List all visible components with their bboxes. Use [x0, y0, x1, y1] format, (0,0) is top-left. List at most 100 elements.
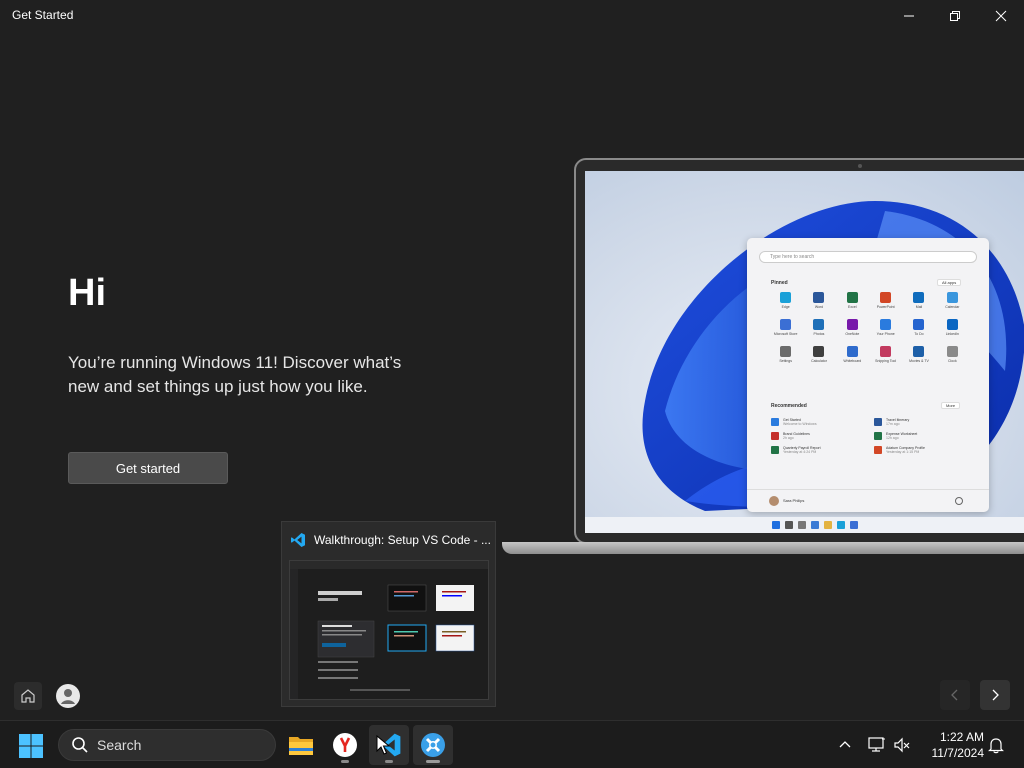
window-title: Get Started: [12, 8, 74, 22]
preview-title: Walkthrough: Setup VS Code - ...: [314, 533, 491, 547]
recommended-subtitle: 17m ago: [886, 422, 900, 426]
mockup-store-icon: [850, 521, 858, 529]
taskbar-search-box[interactable]: Search: [58, 729, 276, 761]
recommended-text: Travel Itinerary 17m ago: [886, 418, 909, 426]
get-started-taskbar-button[interactable]: [413, 725, 453, 765]
pinned-app-icon: [946, 292, 958, 303]
minimize-button[interactable]: [886, 0, 932, 32]
mockup-taskbar: [585, 517, 1024, 533]
bell-icon: [988, 738, 1004, 754]
chevron-up-icon: [839, 741, 851, 748]
pinned-app: LinkedIn: [936, 319, 969, 336]
taskbar-preview-popup[interactable]: Walkthrough: Setup VS Code - ...: [281, 521, 496, 707]
active-indicator: [426, 760, 440, 763]
pinned-app-icon: [880, 292, 892, 303]
chevron-left-icon: [951, 689, 958, 701]
mockup-search-icon: [785, 521, 793, 529]
search-label: Search: [97, 737, 142, 753]
show-hidden-icons-button[interactable]: [833, 733, 857, 757]
mockup-edge-icon: [837, 521, 845, 529]
hero-description: You’re running Windows 11! Discover what…: [68, 353, 402, 396]
pinned-app: OneNote: [836, 319, 869, 336]
pinned-app-label: Excel: [848, 305, 857, 309]
pinned-app: Photos: [802, 319, 835, 336]
clock-button[interactable]: 1:22 AM 11/7/2024: [920, 729, 985, 761]
recommended-text: Expense Worksheet 12h ago: [886, 432, 917, 440]
pinned-app: Microsoft Store: [769, 319, 802, 336]
pinned-app-label: Settings: [779, 359, 792, 363]
recommended-text: Adatum Company Profile Yesterday at 1:15 …: [886, 446, 925, 454]
pinned-app-icon: [846, 292, 858, 303]
user-avatar: [769, 496, 779, 506]
pinned-app-label: OneNote: [845, 332, 860, 336]
recommended-list: Get Started Welcome to Windows Travel Itin…: [771, 418, 971, 454]
search-icon: [72, 737, 88, 753]
pinned-app-icon: [913, 319, 925, 330]
pinned-app-label: Whiteboard: [843, 359, 862, 363]
pinned-app-icon: [846, 346, 858, 357]
pinned-app-label: Movies & TV: [909, 359, 929, 363]
pinned-apps-grid: Edge Word Excel PowerPoint Mail Calendar Micro…: [769, 292, 969, 363]
mockup-widgets-icon: [811, 521, 819, 529]
volume-muted-icon: [894, 737, 910, 753]
restore-button[interactable]: [932, 0, 978, 32]
more-button: More: [941, 402, 961, 409]
pinned-app-label: Word: [814, 305, 824, 309]
restore-icon: [950, 11, 960, 21]
mockup-explorer-icon: [824, 521, 832, 529]
recommended-file-icon: [771, 418, 779, 426]
recommended-item: Brand Guidelines 2h ago: [771, 432, 868, 440]
file-explorer-button[interactable]: [281, 725, 321, 765]
vscode-icon: [291, 533, 305, 547]
network-icon: [868, 737, 885, 752]
recommended-subtitle: Yesterday at 4:24 PM: [783, 450, 817, 454]
pinned-app-label: To Do: [914, 332, 924, 336]
home-icon: [21, 689, 35, 703]
recommended-file-icon: [874, 418, 882, 426]
pinned-app-icon: [880, 319, 892, 330]
taskbar: Search 1:22 AM 11/7/2024: [0, 720, 1024, 768]
yandex-browser-button[interactable]: [325, 725, 365, 765]
clock-time: 1:22 AM: [939, 730, 984, 744]
pinned-app: Excel: [836, 292, 869, 309]
pinned-app-label: Microsoft Store: [773, 332, 798, 336]
notifications-button[interactable]: [984, 733, 1008, 757]
get-started-button[interactable]: Get started: [68, 452, 228, 484]
pinned-app-icon: [780, 346, 792, 357]
pinned-app: Whiteboard: [836, 346, 869, 363]
recommended-file-icon: [874, 446, 882, 454]
running-indicator: [341, 760, 349, 763]
pinned-heading: Pinned: [771, 280, 788, 286]
pinned-app: Edge: [769, 292, 802, 309]
start-button[interactable]: [18, 733, 44, 759]
mouse-cursor-icon: [376, 735, 390, 755]
folder-icon: [289, 737, 313, 755]
pinned-app-label: Photos: [813, 332, 825, 336]
recommended-text: Quarterly Payroll Report Yesterday at 4:2…: [783, 446, 821, 454]
recommended-text: Brand Guidelines 2h ago: [783, 432, 810, 440]
volume-button[interactable]: [890, 733, 914, 757]
yandex-browser-icon: [333, 733, 357, 757]
laptop-base: [502, 542, 1024, 554]
mockup-taskview-icon: [798, 521, 806, 529]
pinned-app: Word: [802, 292, 835, 309]
network-button[interactable]: [865, 733, 889, 757]
pinned-app: Calendar: [936, 292, 969, 309]
close-button[interactable]: [978, 0, 1024, 32]
start-user-bar: Sara Philips: [747, 489, 989, 512]
pinned-app-icon: [813, 319, 825, 330]
profile-button[interactable]: [54, 682, 82, 710]
next-button[interactable]: [980, 680, 1010, 710]
pinned-app-icon: [946, 346, 958, 357]
home-button[interactable]: [14, 682, 42, 710]
power-icon: [955, 497, 963, 505]
preview-thumbnail: [289, 560, 489, 700]
recommended-item: Adatum Company Profile Yesterday at 1:15 …: [874, 446, 971, 454]
recommended-file-icon: [771, 432, 779, 440]
recommended-item: Travel Itinerary 17m ago: [874, 418, 971, 426]
get-started-window: Get Started Hi You’re running Windows 11…: [0, 0, 1024, 720]
start-menu-mockup: Type here to search Pinned All apps Edge…: [747, 238, 989, 512]
pinned-app-icon: [813, 292, 825, 303]
clock-date: 11/7/2024: [931, 746, 985, 760]
previous-button[interactable]: [940, 680, 970, 710]
